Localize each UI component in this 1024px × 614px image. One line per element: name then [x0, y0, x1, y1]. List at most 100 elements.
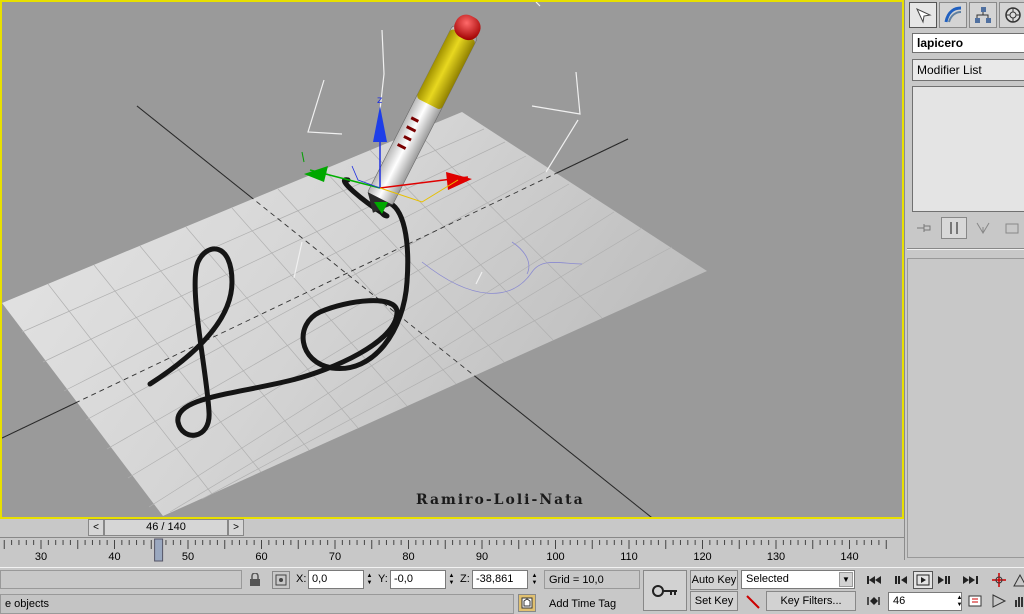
time-tag-icon	[521, 597, 533, 609]
track-bar-label: 80	[402, 551, 415, 563]
track-bar-label: 70	[328, 551, 342, 563]
lock-icon	[250, 573, 260, 586]
motion-icon	[1005, 7, 1021, 23]
status-bar: e objects X: 0,0 ▲ ▼ Y: -0,0 ▲ ▼ Z: -38,86…	[0, 567, 1024, 614]
orbit-icon	[1013, 573, 1024, 587]
time-slider-thumb[interactable]: 46 / 140	[104, 519, 228, 536]
z-label: Z:	[460, 573, 470, 585]
modify-icon	[944, 6, 962, 23]
x-label: X:	[296, 573, 307, 585]
auto-key-button[interactable]: Auto Key	[690, 570, 738, 590]
pin-stack-button[interactable]	[912, 217, 938, 239]
go-to-end-button[interactable]	[961, 571, 981, 589]
panel-divider	[907, 248, 1024, 250]
track-bar-label: 90	[475, 551, 489, 563]
current-frame-spinner[interactable]: ▲ ▼	[955, 592, 964, 611]
y-coordinate-field[interactable]: -0,0	[390, 570, 446, 589]
create-tab[interactable]	[909, 2, 937, 28]
show-end-result-button[interactable]	[941, 217, 967, 239]
modifier-list-dropdown[interactable]: Modifier List	[912, 59, 1024, 81]
play-button[interactable]	[913, 571, 933, 589]
track-bar-label: 130	[766, 551, 786, 563]
x-coordinate-field[interactable]: 0,0	[308, 570, 364, 589]
maxscript-listener[interactable]	[0, 570, 242, 589]
stack-toolbar	[912, 216, 1024, 240]
make-unique-button[interactable]	[970, 217, 996, 239]
track-bar-label: 40	[108, 551, 121, 563]
add-time-tag-button[interactable]	[518, 594, 536, 612]
y-label: Y:	[378, 573, 388, 585]
track-bar-label: 60	[255, 551, 268, 563]
default-in-out-tangents-button[interactable]	[744, 593, 762, 611]
selection-lock-toggle[interactable]	[246, 571, 264, 589]
previous-frame-icon	[895, 576, 907, 584]
go-to-start-button[interactable]	[864, 571, 884, 589]
key-mode-value: Selected	[746, 573, 789, 585]
gizmo-z-label: z	[377, 95, 382, 106]
viewport-caption: Ramiro-Loli-Nata	[416, 492, 585, 508]
track-bar-label: 50	[181, 551, 195, 563]
make-unique-icon	[976, 222, 990, 234]
paper-plane	[2, 105, 707, 517]
time-configuration-icon	[968, 595, 982, 607]
y-spinner[interactable]: ▲ ▼	[447, 570, 456, 589]
motion-tab[interactable]	[999, 2, 1024, 28]
next-frame-button[interactable]	[935, 571, 955, 589]
hand-icon	[1015, 597, 1024, 607]
prompt-line: e objects	[0, 594, 514, 614]
previous-frame-button[interactable]	[890, 571, 910, 589]
set-keys-button[interactable]	[643, 570, 687, 611]
x-spinner[interactable]: ▲ ▼	[365, 570, 374, 589]
current-frame-marker	[154, 538, 164, 562]
absolute-mode-icon	[275, 574, 287, 586]
show-end-result-icon	[950, 222, 958, 234]
hierarchy-tab[interactable]	[969, 2, 997, 28]
grid-spacing-readout: Grid = 10,0	[544, 570, 640, 589]
pan-view-button[interactable]	[989, 571, 1009, 589]
track-bar-label: 110	[620, 551, 638, 563]
track-bar-label: 100	[546, 551, 565, 563]
go-to-end-icon	[963, 576, 978, 584]
create-icon	[915, 7, 932, 24]
key-mode-dropdown[interactable]: Selected ▼	[741, 570, 855, 589]
next-frame-icon	[938, 576, 950, 584]
time-slider-next-button[interactable]: >	[228, 519, 244, 536]
absolute-mode-toggle[interactable]	[272, 571, 290, 589]
modify-tab[interactable]	[939, 2, 967, 28]
track-bar[interactable]: 30 40 50 60 70 80 90 100 110 120 130 140	[0, 537, 904, 567]
pan-hand-button[interactable]	[1010, 592, 1024, 610]
play-icon	[916, 574, 930, 586]
track-bar-label: 140	[840, 551, 859, 563]
viewport-scene: z	[2, 2, 707, 517]
key-filters-button[interactable]: Key Filters...	[766, 591, 856, 611]
command-panel: lapicero Modifier List	[904, 0, 1024, 560]
tangent-icon	[746, 595, 760, 609]
perspective-viewport[interactable]: z Ramiro-Loli-Nata	[0, 0, 904, 519]
z-coordinate-field[interactable]: -38,861	[472, 570, 528, 589]
key-mode-icon	[867, 597, 880, 605]
time-slider-prev-button[interactable]: <	[88, 519, 104, 536]
track-bar-label: 120	[693, 551, 712, 563]
go-to-start-icon	[867, 576, 881, 584]
orbit-view-button[interactable]	[1010, 571, 1024, 589]
zoom-region-icon	[992, 594, 1007, 608]
object-name-field[interactable]: lapicero	[912, 33, 1024, 53]
z-spinner[interactable]: ▲ ▼	[530, 570, 539, 589]
time-configuration-button[interactable]	[966, 592, 986, 610]
current-frame-field[interactable]: 46	[888, 592, 962, 611]
remove-modifier-button[interactable]	[999, 217, 1024, 239]
command-panel-tabs	[909, 2, 1024, 30]
zoom-region-button[interactable]	[989, 592, 1009, 610]
key-icon	[652, 584, 677, 597]
key-mode-toggle[interactable]	[864, 592, 884, 610]
set-key-button[interactable]: Set Key	[690, 591, 738, 611]
add-time-tag-label: Add Time Tag	[549, 598, 617, 610]
hierarchy-icon	[975, 7, 991, 23]
modifier-stack[interactable]	[912, 86, 1024, 212]
pan-icon	[992, 573, 1006, 587]
remove-modifier-icon	[1005, 223, 1019, 234]
chevron-down-icon: ▼	[839, 572, 853, 587]
track-bar-label: 30	[34, 551, 48, 563]
parameters-rollout	[907, 258, 1024, 558]
time-slider[interactable]: < 46 / 140 >	[88, 519, 244, 537]
